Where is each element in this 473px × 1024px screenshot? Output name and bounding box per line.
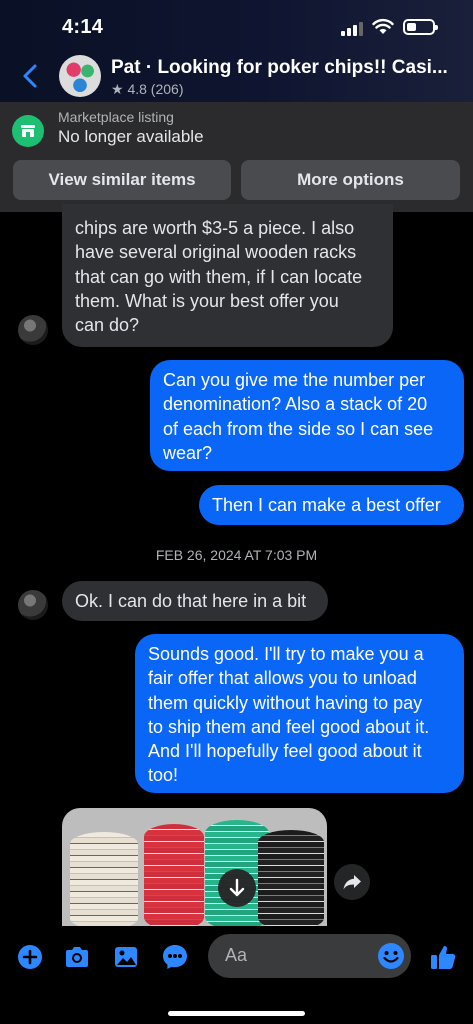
listing-label: Marketplace listing	[58, 109, 174, 125]
contact-avatar-small[interactable]	[18, 590, 48, 620]
message-text: Can you give me the number per denominat…	[163, 370, 434, 463]
message-timestamp: FEB 26, 2024 AT 7:03 PM	[155, 547, 318, 563]
message-bubble-outgoing[interactable]: Sounds good. I'll try to make you a fair…	[135, 634, 464, 793]
marketplace-icon	[12, 115, 44, 147]
contact-avatar-small[interactable]	[18, 315, 48, 345]
signal-icon	[341, 22, 363, 36]
poker-chip-stack	[70, 832, 138, 926]
voice-icon[interactable]	[160, 942, 190, 972]
back-icon[interactable]	[18, 62, 44, 90]
gallery-icon[interactable]	[111, 942, 141, 972]
contact-avatar[interactable]	[59, 55, 101, 97]
poker-chip-stack	[258, 830, 324, 926]
input-placeholder: Aa	[225, 945, 248, 965]
message-text: Ok. I can do that here in a bit	[75, 591, 307, 611]
seller-rating: ★ 4.8 (206)	[111, 81, 184, 97]
marketplace-listing-banner: Marketplace listing No longer available …	[0, 102, 473, 212]
message-bubble-outgoing[interactable]: Can you give me the number per denominat…	[150, 360, 464, 471]
more-options-button[interactable]: More options	[241, 160, 460, 200]
battery-icon	[403, 19, 438, 35]
status-time: 4:14	[62, 16, 104, 38]
listing-status: No longer available	[58, 127, 204, 146]
share-icon[interactable]	[334, 864, 370, 900]
emoji-icon[interactable]	[377, 942, 405, 970]
photo-attachment[interactable]	[62, 808, 327, 926]
like-icon[interactable]	[428, 942, 458, 972]
download-icon[interactable]	[218, 869, 256, 907]
conversation-header: Pat · Looking for poker chips!! Casi... …	[0, 50, 473, 102]
message-bubble-outgoing[interactable]: Then I can make a best offer	[199, 485, 464, 525]
camera-icon[interactable]	[62, 942, 92, 972]
message-bubble-incoming[interactable]: Ok. I can do that here in a bit	[62, 581, 328, 621]
conversation-title[interactable]: Pat · Looking for poker chips!! Casi...	[111, 57, 451, 79]
plus-icon[interactable]	[15, 942, 45, 972]
message-text: Then I can make a best offer	[212, 495, 441, 515]
message-text: chips are worth $3-5 a piece. I also hav…	[75, 218, 363, 336]
message-text: Sounds good. I'll try to make you a fair…	[148, 644, 430, 786]
message-bubble-incoming[interactable]: chips are worth $3-5 a piece. I also hav…	[62, 204, 393, 347]
poker-chip-stack	[144, 824, 204, 926]
home-indicator	[168, 1011, 305, 1016]
wifi-icon	[372, 18, 394, 34]
status-bar: 4:14	[0, 0, 473, 50]
view-similar-items-button[interactable]: View similar items	[13, 160, 231, 200]
